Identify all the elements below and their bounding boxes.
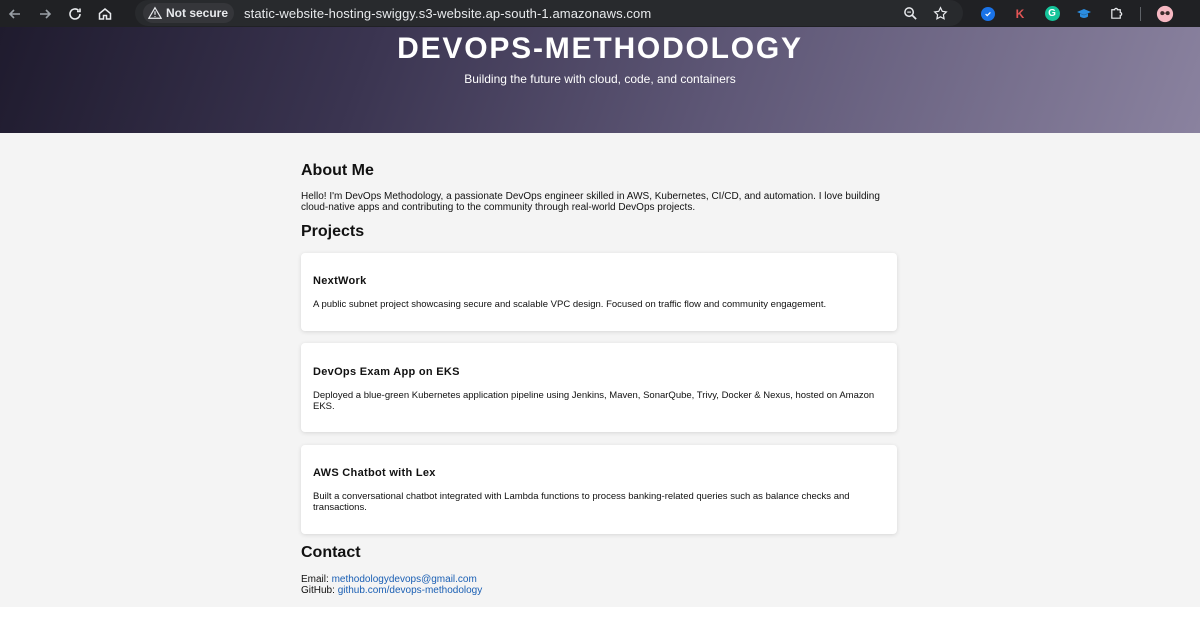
page-viewport: DEVOPS-METHODOLOGY Building the future w… bbox=[0, 27, 1200, 627]
url-text: static-website-hosting-swiggy.s3-website… bbox=[244, 5, 652, 21]
extensions-area: K G bbox=[972, 0, 1181, 27]
puzzle-icon bbox=[1110, 7, 1122, 19]
arrow-right-icon bbox=[40, 8, 52, 19]
project-card-eks: DevOps Exam App on EKS Deployed a blue-g… bbox=[301, 343, 897, 432]
site-title: DEVOPS-METHODOLOGY bbox=[397, 32, 803, 65]
forward-button[interactable] bbox=[30, 0, 60, 27]
address-bar[interactable]: Not secure static-website-hosting-swiggy… bbox=[135, 0, 963, 26]
hero-banner: DEVOPS-METHODOLOGY Building the future w… bbox=[0, 27, 1200, 133]
graduation-cap-icon bbox=[1077, 8, 1091, 18]
profile-avatar bbox=[1156, 5, 1174, 22]
grammarly-extension[interactable]: G bbox=[1036, 0, 1068, 27]
back-button[interactable] bbox=[0, 0, 30, 27]
contact-heading: Contact bbox=[301, 544, 361, 561]
warning-triangle-icon bbox=[148, 6, 162, 19]
zoom-button[interactable] bbox=[895, 6, 925, 21]
project-title: DevOps Exam App on EKS bbox=[313, 366, 460, 378]
email-link[interactable]: methodologydevops@gmail.com bbox=[332, 574, 477, 585]
browser-toolbar: Not secure static-website-hosting-swiggy… bbox=[0, 0, 1200, 27]
email-label: Email: bbox=[301, 574, 329, 585]
project-card-nextwork: NextWork A public subnet project showcas… bbox=[301, 253, 897, 331]
extensions-menu-button[interactable] bbox=[1100, 0, 1132, 27]
project-title: NextWork bbox=[313, 275, 367, 287]
reload-icon bbox=[69, 7, 81, 20]
project-title: AWS Chatbot with Lex bbox=[313, 467, 436, 479]
github-label: GitHub: bbox=[301, 585, 335, 596]
about-heading: About Me bbox=[301, 162, 374, 179]
project-description: Built a conversational chatbot integrate… bbox=[313, 491, 850, 513]
home-icon bbox=[98, 7, 112, 20]
k-extension-icon: K bbox=[1015, 6, 1025, 21]
projects-heading: Projects bbox=[301, 223, 365, 240]
reload-button[interactable] bbox=[60, 0, 90, 27]
bookmark-button[interactable] bbox=[925, 5, 955, 21]
site-tagline: Building the future with cloud, code, an… bbox=[464, 72, 736, 86]
check-extension[interactable] bbox=[972, 0, 1004, 27]
graduation-extension[interactable] bbox=[1068, 0, 1100, 27]
contact-email-line: Email: methodologydevops@gmail.com bbox=[301, 574, 477, 585]
home-button[interactable] bbox=[90, 0, 120, 27]
toolbar-divider bbox=[1140, 6, 1141, 21]
about-text: Hello! I'm DevOps Methodology, a passion… bbox=[301, 191, 880, 213]
project-description: A public subnet project showcasing secur… bbox=[313, 299, 827, 310]
k-extension[interactable]: K bbox=[1004, 0, 1036, 27]
arrow-left-icon bbox=[8, 8, 20, 19]
zoom-icon bbox=[903, 6, 917, 20]
profile-button[interactable] bbox=[1149, 0, 1181, 27]
project-card-chatbot: AWS Chatbot with Lex Built a conversatio… bbox=[301, 445, 897, 534]
github-link[interactable]: github.com/devops-methodology bbox=[338, 585, 483, 596]
star-icon bbox=[932, 5, 948, 20]
project-description: Deployed a blue-green Kubernetes applica… bbox=[313, 390, 875, 412]
check-extension-icon bbox=[981, 6, 995, 21]
security-indicator[interactable]: Not secure bbox=[143, 3, 235, 23]
contact-github-line: GitHub: github.com/devops-methodology bbox=[301, 585, 482, 596]
grammarly-icon: G bbox=[1044, 6, 1060, 21]
security-label: Not secure bbox=[166, 6, 229, 20]
